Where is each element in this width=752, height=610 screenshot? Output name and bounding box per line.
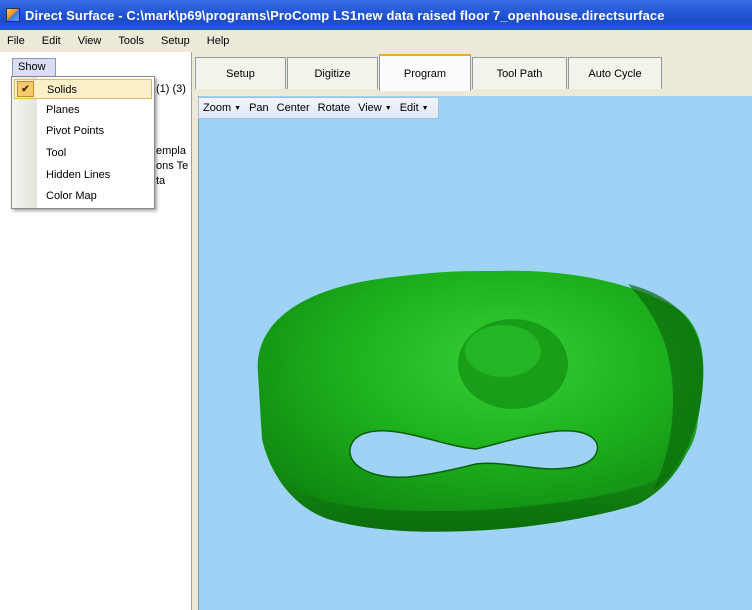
edit-menu[interactable]: Edit ▼: [396, 102, 433, 114]
menu-bar: File Edit View Tools Setup Help: [0, 30, 752, 52]
menu-item-hidden-lines[interactable]: Hidden Lines: [14, 165, 152, 185]
menu-view[interactable]: View: [70, 35, 111, 47]
menu-tools[interactable]: Tools: [110, 35, 153, 47]
tree-text-fragment: (1) (3): [156, 83, 186, 95]
menu-item-tool[interactable]: Tool: [14, 143, 152, 163]
menu-item-label: Pivot Points: [46, 125, 105, 137]
tab-setup[interactable]: Setup: [195, 57, 286, 89]
zoom-menu[interactable]: Zoom ▼: [199, 102, 245, 114]
center-button[interactable]: Center: [273, 102, 314, 114]
menu-file[interactable]: File: [0, 35, 34, 47]
check-icon: ✔: [17, 81, 34, 97]
tab-tool-path[interactable]: Tool Path: [472, 57, 567, 89]
menu-item-planes[interactable]: Planes: [14, 100, 152, 120]
tree-text-fragment: ta: [156, 175, 166, 187]
menu-item-pivot-points[interactable]: Pivot Points: [14, 121, 152, 141]
tab-auto-cycle[interactable]: Auto Cycle: [568, 57, 662, 89]
tab-bar: Setup Digitize Program Tool Path Auto Cy…: [193, 52, 752, 96]
tree-text-fragment: ons Te: [156, 160, 189, 172]
edit-label: Edit: [399, 102, 419, 114]
dropdown-arrow-icon: ▼: [234, 105, 242, 112]
show-menu-button[interactable]: Show: [12, 58, 56, 76]
menu-item-label: Color Map: [46, 190, 97, 202]
dropdown-arrow-icon: ▼: [421, 105, 429, 112]
menu-item-label: Solids: [47, 84, 77, 96]
menu-item-color-map[interactable]: Color Map: [14, 186, 152, 206]
show-dropdown-menu: ✔ Solids Planes Pivot Points Tool Hidden…: [11, 76, 155, 209]
model-highlight: [465, 325, 541, 377]
rotate-button[interactable]: Rotate: [314, 102, 354, 114]
title-bar[interactable]: Direct Surface - C:\mark\p69\programs\Pr…: [0, 0, 752, 30]
view-menu[interactable]: View ▼: [354, 102, 396, 114]
menu-item-solids[interactable]: ✔ Solids: [14, 79, 152, 99]
menu-item-label: Tool: [46, 147, 67, 159]
menu-setup[interactable]: Setup: [153, 35, 199, 47]
view-label: View: [358, 102, 382, 114]
pan-button[interactable]: Pan: [245, 102, 273, 114]
view-toolbar: Zoom ▼ Pan Center Rotate View ▼ Edit ▼: [198, 97, 439, 119]
window-title: Direct Surface - C:\mark\p69\programs\Pr…: [25, 7, 665, 23]
tree-text-fragment: empla: [156, 145, 186, 157]
dropdown-arrow-icon: ▼: [384, 105, 392, 112]
menu-item-label: Planes: [46, 104, 80, 116]
zoom-label: Zoom: [203, 102, 232, 114]
menu-edit[interactable]: Edit: [34, 35, 70, 47]
menu-help[interactable]: Help: [199, 35, 239, 47]
menu-item-label: Hidden Lines: [46, 169, 111, 181]
app-icon[interactable]: [6, 8, 20, 22]
tab-digitize[interactable]: Digitize: [287, 57, 378, 89]
tab-program[interactable]: Program: [379, 54, 471, 91]
3d-solid-model[interactable]: [198, 119, 752, 610]
